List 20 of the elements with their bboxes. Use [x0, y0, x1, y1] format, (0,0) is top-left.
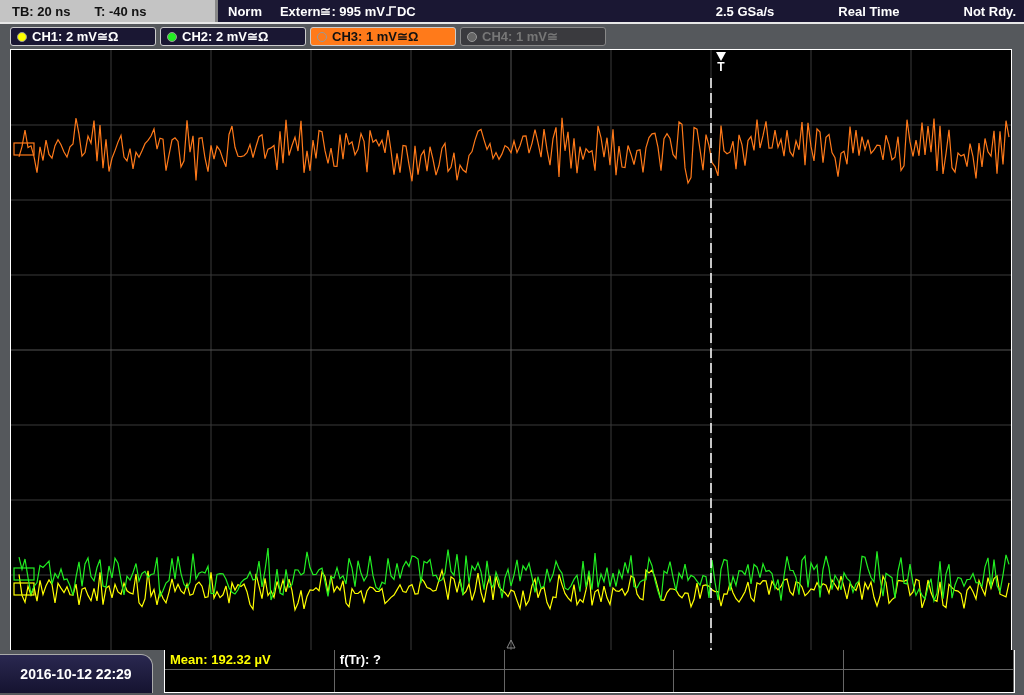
timebase-label: TB: 20 ns [12, 3, 71, 19]
acquisition-mode-label: Real Time [838, 3, 900, 19]
trigger-marker-label: T [717, 61, 725, 73]
channel-marker-icon [13, 142, 35, 156]
trigger-source-label: Extern≅: 995 mV [279, 3, 385, 19]
ground-marker-icon [506, 639, 516, 649]
measurement-cell: f(Tr): ? [334, 650, 505, 670]
trigger-time-label: T: -40 ns [94, 3, 147, 19]
trigger-position-icon [716, 52, 726, 61]
channel-marker-icon [13, 582, 35, 596]
channel-tab[interactable]: CH2: 2 mV≅Ω [160, 27, 306, 46]
channel-tab[interactable]: CH3: 1 mV≅Ω [310, 27, 456, 46]
date-time-label: 2016-10-12 22:29 [0, 654, 153, 693]
channel-marker-icon [13, 567, 35, 581]
status-label: Not Rdy. [963, 3, 1016, 19]
sample-rate-label: 2.5 GSa/s [715, 3, 775, 19]
channel-tab[interactable]: CH1: 2 mV≅Ω [10, 27, 156, 46]
measurement-cell: Mean: 192.32 µV [165, 650, 335, 670]
trigger-mode-label: Norm [228, 3, 262, 19]
coupling-label: DC [396, 3, 416, 19]
